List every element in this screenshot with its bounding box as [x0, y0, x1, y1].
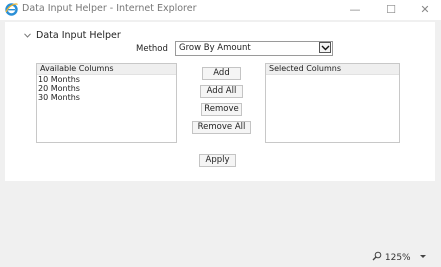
list-item[interactable]: 20 Months: [37, 84, 176, 93]
selected-columns-list[interactable]: Selected Columns: [265, 63, 400, 143]
method-label: Method: [136, 44, 168, 54]
add-all-button[interactable]: Add All: [200, 85, 243, 98]
zoom-dropdown-icon[interactable]: [420, 255, 426, 258]
status-bar: 125%: [0, 246, 441, 267]
maximize-button[interactable]: ☐: [381, 2, 401, 18]
panel-title: Data Input Helper: [36, 30, 121, 41]
available-columns-list[interactable]: Available Columns 10 Months 20 Months 30…: [36, 63, 177, 143]
ie-logo-icon: [5, 3, 18, 16]
selected-columns-header: Selected Columns: [266, 64, 399, 75]
zoom-control[interactable]: 125%: [372, 251, 411, 263]
close-button[interactable]: ✕: [415, 2, 435, 18]
remove-all-button[interactable]: Remove All: [192, 121, 251, 134]
available-columns-header: Available Columns: [37, 64, 176, 75]
list-item[interactable]: 30 Months: [37, 93, 176, 102]
method-value: Grow By Amount: [179, 43, 251, 53]
panel-header[interactable]: Data Input Helper: [24, 30, 121, 41]
apply-button[interactable]: Apply: [199, 154, 236, 167]
chevron-down-icon: [321, 45, 330, 51]
method-select[interactable]: Grow By Amount: [175, 41, 333, 56]
remove-button[interactable]: Remove: [201, 103, 242, 116]
chevron-down-icon[interactable]: [24, 31, 31, 40]
magnifier-icon: [372, 251, 382, 261]
add-button[interactable]: Add: [202, 67, 241, 80]
zoom-level: 125%: [384, 253, 411, 263]
dropdown-button[interactable]: [319, 42, 331, 53]
data-input-helper-panel: Data Input Helper Method Grow By Amount …: [5, 22, 435, 181]
window-title: Data Input Helper - Internet Explorer: [22, 3, 197, 14]
minimize-button[interactable]: —: [345, 2, 365, 18]
title-bar: Data Input Helper - Internet Explorer — …: [0, 0, 441, 20]
list-item[interactable]: 10 Months: [37, 75, 176, 84]
